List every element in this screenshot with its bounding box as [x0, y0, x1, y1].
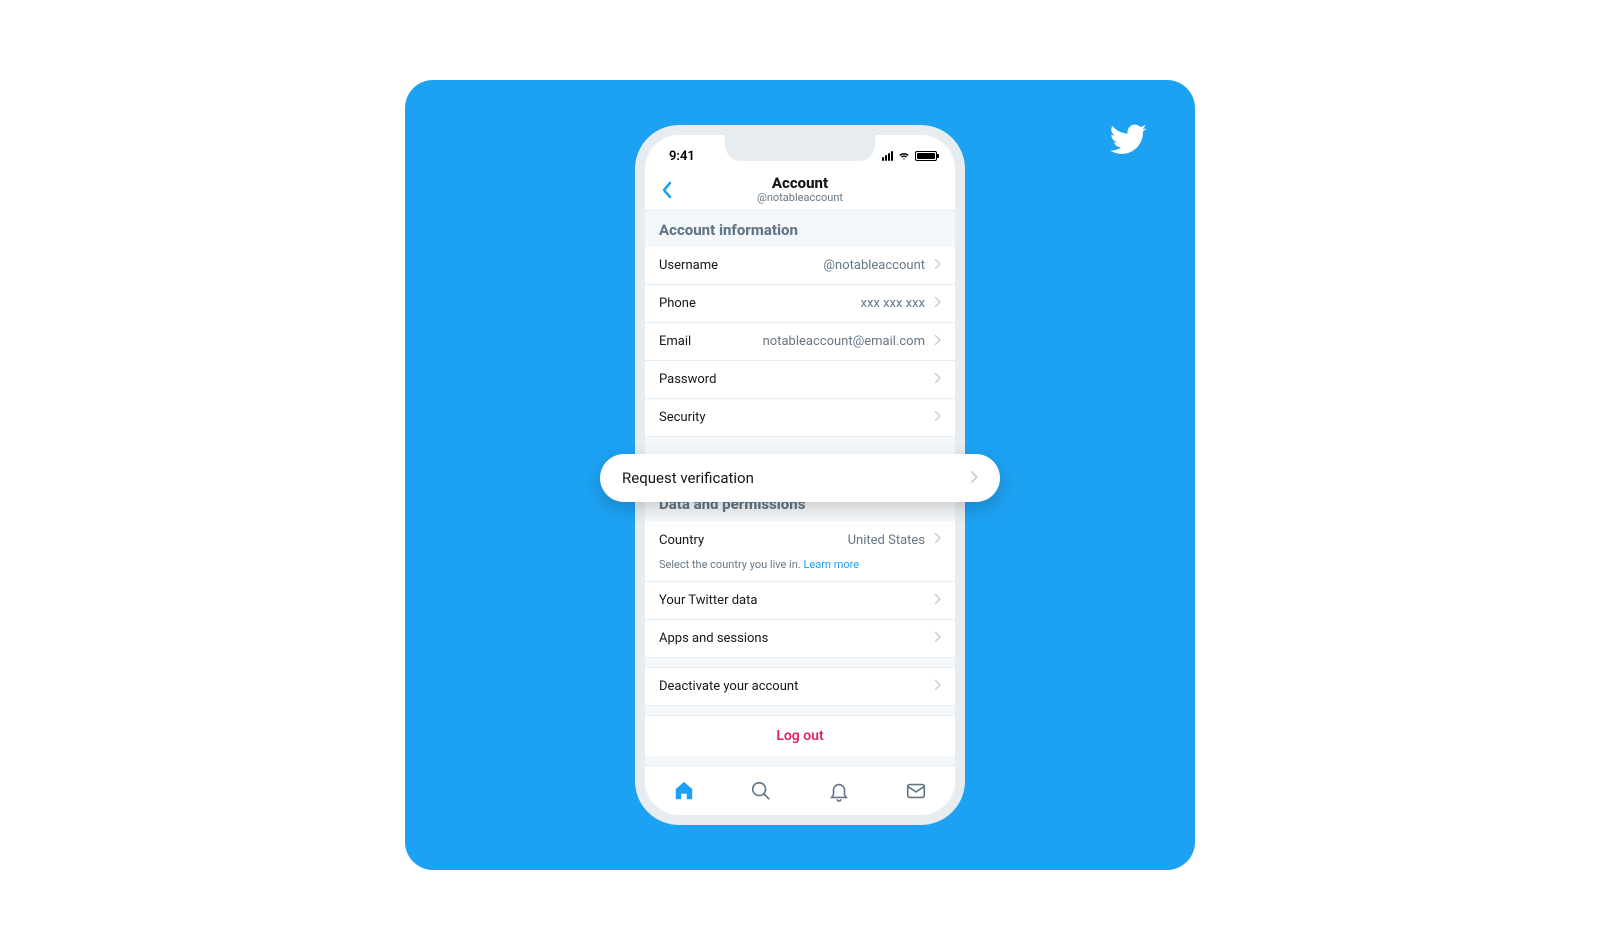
chevron-right-icon [933, 679, 941, 695]
learn-more-link[interactable]: Learn more [803, 558, 859, 571]
wifi-icon [897, 151, 911, 161]
row-deactivate[interactable]: Deactivate your account [645, 668, 955, 706]
search-icon [750, 780, 772, 802]
promo-canvas: 9:41 Account @notableaccount [405, 80, 1195, 870]
nav-header: Account @notableaccount [645, 169, 955, 211]
row-label: Security [659, 410, 706, 425]
chevron-right-icon [933, 532, 941, 548]
home-icon [673, 780, 695, 802]
row-password[interactable]: Password [645, 361, 955, 399]
row-value: @notableaccount [823, 258, 925, 273]
battery-icon [915, 151, 937, 161]
callout-label: Request verification [622, 469, 754, 487]
tab-search[interactable] [749, 779, 773, 803]
chevron-left-icon [661, 181, 673, 199]
row-value: xxx xxx xxx [861, 296, 926, 311]
country-helper: Select the country you live in. Learn mo… [645, 558, 955, 582]
phone-notch [725, 135, 875, 161]
cellular-signal-icon [882, 151, 893, 161]
tab-bar [645, 765, 955, 815]
bell-icon [828, 780, 850, 802]
row-phone[interactable]: Phone xxx xxx xxx [645, 285, 955, 323]
chevron-right-icon [933, 593, 941, 609]
status-time: 9:41 [669, 149, 695, 164]
row-label: Phone [659, 296, 696, 311]
row-label: Country [659, 533, 704, 548]
mail-icon [905, 780, 927, 802]
row-security[interactable]: Security [645, 399, 955, 437]
row-label: Username [659, 258, 718, 273]
twitter-logo-icon [1107, 120, 1147, 160]
chevron-right-icon [933, 410, 941, 426]
row-your-twitter-data[interactable]: Your Twitter data [645, 582, 955, 620]
chevron-right-icon [969, 469, 978, 488]
row-value: United States [848, 533, 925, 548]
chevron-right-icon [933, 296, 941, 312]
chevron-right-icon [933, 334, 941, 350]
row-label: Your Twitter data [659, 593, 757, 608]
section-header-account-info: Account information [645, 211, 955, 247]
page-subtitle: @notableaccount [757, 192, 843, 204]
row-label: Password [659, 372, 716, 387]
row-apps-sessions[interactable]: Apps and sessions [645, 620, 955, 658]
row-label: Deactivate your account [659, 679, 798, 694]
row-value: notableaccount@email.com [763, 334, 925, 349]
logout-button[interactable]: Log out [645, 716, 955, 756]
chevron-right-icon [933, 631, 941, 647]
helper-text: Select the country you live in. [659, 558, 801, 571]
page-title: Account [757, 175, 843, 192]
tab-notifications[interactable] [827, 779, 851, 803]
tab-messages[interactable] [904, 779, 928, 803]
callout-request-verification[interactable]: Request verification [600, 454, 1000, 502]
row-country[interactable]: Country United States [645, 521, 955, 559]
row-email[interactable]: Email notableaccount@email.com [645, 323, 955, 361]
row-label: Apps and sessions [659, 631, 768, 646]
tab-home[interactable] [672, 779, 696, 803]
back-button[interactable] [655, 178, 679, 202]
row-username[interactable]: Username @notableaccount [645, 247, 955, 285]
chevron-right-icon [933, 372, 941, 388]
chevron-right-icon [933, 258, 941, 274]
row-label: Email [659, 334, 691, 349]
